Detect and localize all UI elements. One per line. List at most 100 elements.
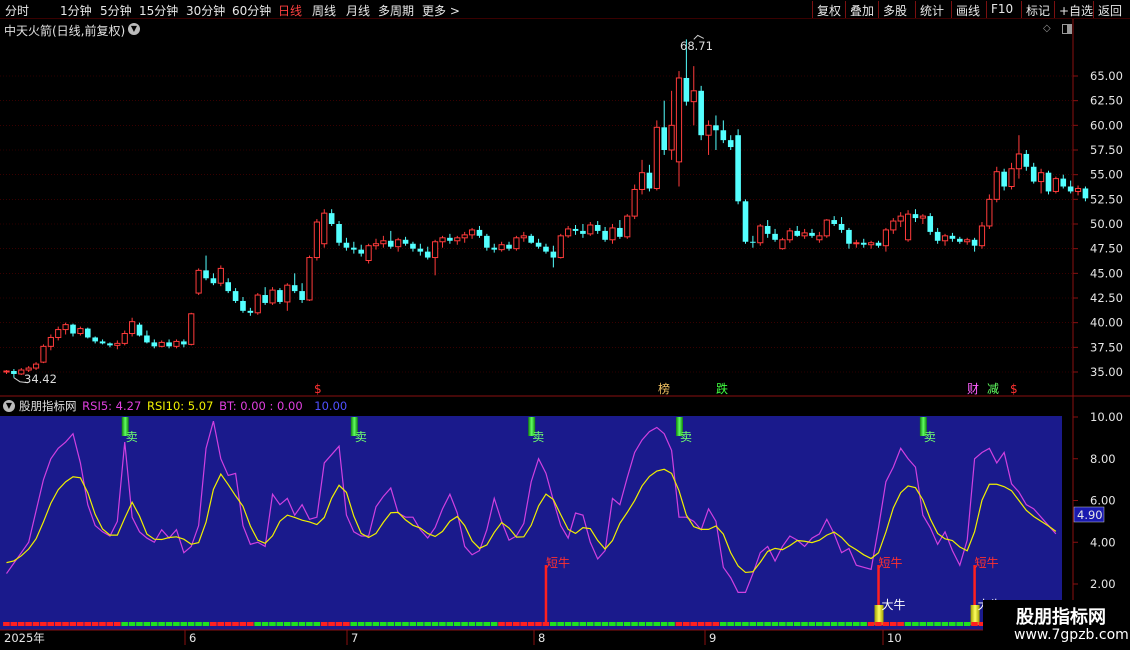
chart-canvas[interactable]: 65.00 62.50 60.00 57.50 55.00 52.50 50.00 47.50… xyxy=(0,0,1130,650)
sell-label: 卖 xyxy=(924,430,936,444)
candle-body xyxy=(801,232,808,237)
signal-cell xyxy=(10,622,18,626)
signal-cell xyxy=(535,622,542,626)
signal-cell xyxy=(956,622,964,626)
signal-cell xyxy=(165,622,173,626)
candle-body xyxy=(838,224,845,230)
signal-cell xyxy=(867,622,875,626)
candle-body xyxy=(454,237,461,242)
signal-cell xyxy=(365,622,372,626)
signal-cell xyxy=(77,622,84,626)
price-tick-label: 52.50 xyxy=(1090,192,1123,206)
signal-cell xyxy=(882,622,890,626)
candle-body xyxy=(520,235,527,239)
signal-cell xyxy=(143,622,151,626)
signal-cell xyxy=(239,622,247,626)
candle-body xyxy=(358,249,365,254)
candle-body xyxy=(402,239,409,244)
signal-cell xyxy=(246,622,254,626)
candle-body xyxy=(1060,178,1067,187)
candle-body xyxy=(277,290,283,302)
ind-tick-label: 10.00 xyxy=(1090,410,1123,424)
signal-cell xyxy=(468,622,476,626)
candle-body xyxy=(1082,188,1089,199)
signal-cell xyxy=(150,622,158,626)
signal-cell xyxy=(32,622,40,626)
candle-body xyxy=(794,230,801,236)
candle-body xyxy=(158,341,165,347)
candle-body xyxy=(638,172,646,190)
candle-body xyxy=(580,230,586,234)
signal-cell xyxy=(771,622,779,626)
candle-body xyxy=(735,135,741,202)
candle-body xyxy=(417,248,424,252)
candle-body xyxy=(779,239,786,250)
signal-cell xyxy=(572,622,579,626)
price-tick-label: 55.00 xyxy=(1090,168,1123,182)
signal-cell xyxy=(372,622,380,626)
candle-body xyxy=(919,215,926,219)
candle-body xyxy=(491,247,498,250)
signal-cell xyxy=(3,622,10,626)
candle-body xyxy=(690,90,697,103)
signal-cell xyxy=(121,622,128,626)
candle-body xyxy=(306,257,313,301)
bt-value: BT: 0.00 : 0.00 xyxy=(219,399,303,413)
signal-cell xyxy=(756,622,764,626)
candle-body xyxy=(809,232,815,236)
signal-cell xyxy=(283,622,291,626)
signal-cell xyxy=(54,622,62,626)
signal-cell xyxy=(343,622,350,626)
signal-cell xyxy=(779,622,786,626)
price-tick-label: 42.50 xyxy=(1090,291,1123,305)
candle-body xyxy=(188,313,195,345)
signal-cell xyxy=(84,622,91,626)
signal-cell xyxy=(187,622,195,626)
price-tick-label: 40.00 xyxy=(1090,316,1123,330)
signal-cell xyxy=(439,622,446,626)
candle-body xyxy=(617,227,623,237)
signal-cell xyxy=(926,622,934,626)
candle-body xyxy=(1052,178,1059,192)
candle-body xyxy=(484,235,490,248)
signal-cell xyxy=(949,622,956,626)
candle-body xyxy=(151,342,158,347)
candle-body xyxy=(506,244,512,249)
candle-body xyxy=(40,345,47,363)
signal-cell xyxy=(505,622,513,626)
signal-cell xyxy=(579,622,587,626)
date-label: 10 xyxy=(887,631,902,645)
signal-cell xyxy=(963,622,971,626)
candle-body xyxy=(1001,171,1007,187)
signal-cell xyxy=(801,622,808,626)
candle-body xyxy=(624,215,631,238)
candle-body xyxy=(284,284,291,303)
candle-body xyxy=(698,90,704,136)
signal-cell xyxy=(17,622,25,626)
candle-body xyxy=(3,370,10,373)
signal-cell xyxy=(62,622,69,626)
signal-cell xyxy=(350,622,358,626)
price-tick-label: 62.50 xyxy=(1090,94,1123,108)
candle-body xyxy=(107,343,113,346)
candle-body xyxy=(365,245,372,262)
signal-cell xyxy=(941,622,949,626)
candle-body xyxy=(964,239,971,243)
candle-body xyxy=(757,225,764,244)
candle-body xyxy=(535,242,542,247)
signal-cell xyxy=(845,622,853,626)
candle-body xyxy=(70,324,76,334)
candle-body xyxy=(823,219,830,237)
short-bull-label: 短牛 xyxy=(879,555,903,570)
signal-cell xyxy=(387,622,394,626)
candle-body xyxy=(772,233,778,240)
signal-cell xyxy=(47,622,55,626)
signal-cell xyxy=(860,622,867,626)
signal-cell xyxy=(727,622,734,626)
signal-cell xyxy=(328,622,335,626)
sell-label: 卖 xyxy=(126,430,138,444)
candle-body xyxy=(439,237,446,243)
candle-body xyxy=(262,295,268,303)
candle-body xyxy=(860,242,867,245)
rsi5-value: RSI5: 4.27 xyxy=(82,399,142,413)
